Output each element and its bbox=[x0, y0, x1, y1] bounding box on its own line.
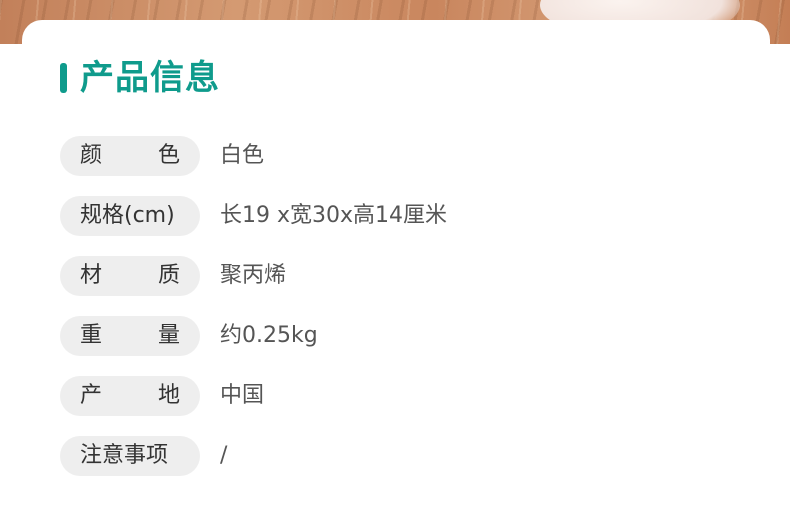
spec-row-size: 规格(cm) 长19 x宽30x高14厘米 bbox=[60, 196, 760, 236]
spec-value: / bbox=[220, 443, 228, 468]
spec-row-weight: 重 量 约0.25kg bbox=[60, 316, 760, 356]
spec-label-char: 产 bbox=[80, 383, 103, 408]
spec-row-color: 颜 色 白色 bbox=[60, 136, 760, 176]
spec-label-char: 材 bbox=[80, 263, 103, 288]
spec-row-origin: 产 地 中国 bbox=[60, 376, 760, 416]
spec-label-pill: 产 地 bbox=[60, 376, 200, 416]
spec-row-material: 材 质 聚丙烯 bbox=[60, 256, 760, 296]
spec-label-char: 色 bbox=[157, 143, 180, 168]
spec-label: 注意事项 bbox=[80, 443, 169, 468]
spec-label-char: 质 bbox=[157, 263, 180, 288]
spec-value: 长19 x宽30x高14厘米 bbox=[220, 203, 448, 228]
spec-label: 产 地 bbox=[80, 376, 180, 416]
spec-label-pill: 材 质 bbox=[60, 256, 200, 296]
spec-label-char: 颜 bbox=[80, 143, 103, 168]
spec-value: 聚丙烯 bbox=[220, 263, 287, 288]
spec-label-char: 地 bbox=[157, 383, 180, 408]
spec-value: 中国 bbox=[220, 383, 265, 408]
spec-label-char: 量 bbox=[157, 323, 180, 348]
section-title: 产品信息 bbox=[80, 58, 220, 98]
spec-label: 重 量 bbox=[80, 316, 180, 356]
spec-value: 白色 bbox=[220, 143, 265, 168]
spec-label-pill: 规格(cm) bbox=[60, 196, 200, 236]
spec-label-char: 重 bbox=[80, 323, 103, 348]
spec-label-pill: 注意事项 bbox=[60, 436, 200, 476]
spec-label: 材 质 bbox=[80, 256, 180, 296]
spec-value: 约0.25kg bbox=[220, 323, 318, 348]
spec-label-pill: 重 量 bbox=[60, 316, 200, 356]
title-accent-bar bbox=[60, 63, 67, 93]
spec-label: 颜 色 bbox=[80, 136, 180, 176]
spec-label-pill: 颜 色 bbox=[60, 136, 200, 176]
spec-row-notes: 注意事项 / bbox=[60, 436, 760, 476]
spec-label: 规格(cm) bbox=[80, 203, 175, 228]
